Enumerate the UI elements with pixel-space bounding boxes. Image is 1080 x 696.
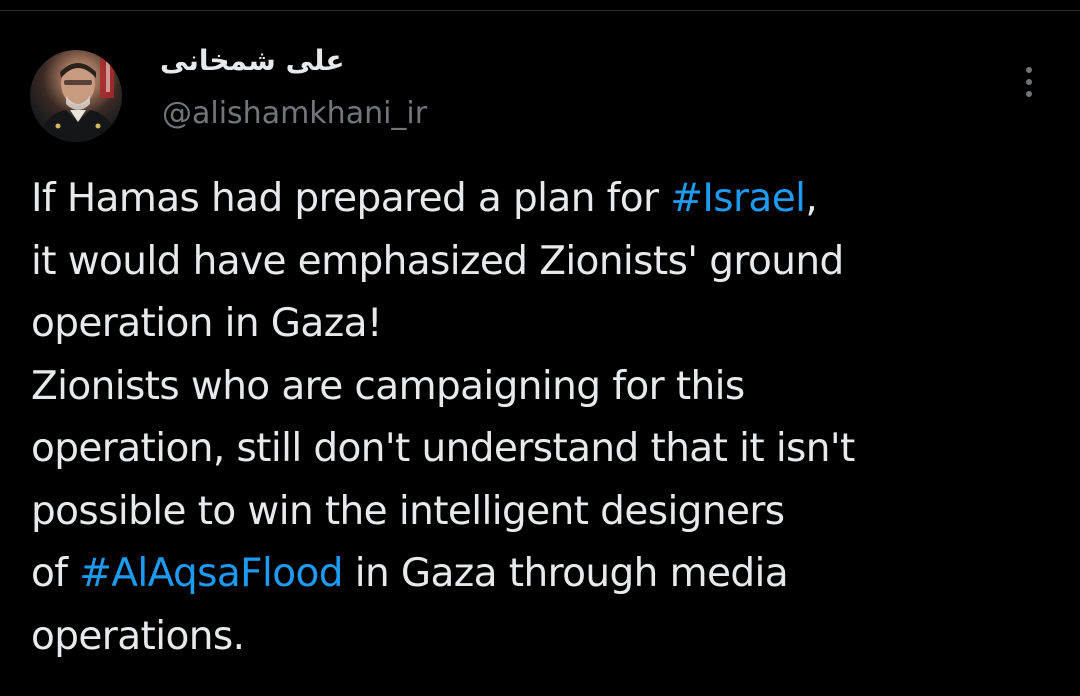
tweet-text-segment: in Gaza through media (342, 551, 789, 596)
avatar-image (38, 58, 118, 142)
tweet-line: possible to win the intelligent designer… (31, 488, 785, 534)
tweet-text-segment: , (805, 176, 818, 221)
author-handle[interactable]: @alishamkhani_ir (162, 96, 427, 131)
tweet-line: operation in Gaza! (31, 301, 383, 346)
tweet-line: it would have emphasized Zionists' groun… (31, 238, 844, 284)
more-vertical-icon (1026, 67, 1032, 97)
tweet-text: If Hamas had prepared a plan for #Israel… (31, 168, 1051, 668)
tweet-line: If Hamas had prepared a plan for #Israel… (31, 168, 1051, 231)
tweet-text-segment: of (31, 551, 80, 596)
author-display-name[interactable]: علی شمخانی (160, 44, 344, 84)
tweet-line: of #AlAqsaFlood in Gaza through media (31, 543, 1051, 606)
tweet-text-segment: If Hamas had prepared a plan for (31, 176, 671, 221)
author-avatar[interactable] (30, 50, 122, 142)
tweet-line: Zionists who are campaigning for this (31, 363, 745, 409)
tweet-line: operations. (31, 613, 245, 659)
top-divider (0, 0, 1080, 11)
tweet-line: operation, still don't understand that i… (31, 426, 855, 471)
hashtag-link-israel[interactable]: #Israel (670, 176, 806, 221)
more-options-button[interactable] (1014, 62, 1044, 102)
hashtag-link-alaqsaflood[interactable]: #AlAqsaFlood (79, 551, 343, 596)
